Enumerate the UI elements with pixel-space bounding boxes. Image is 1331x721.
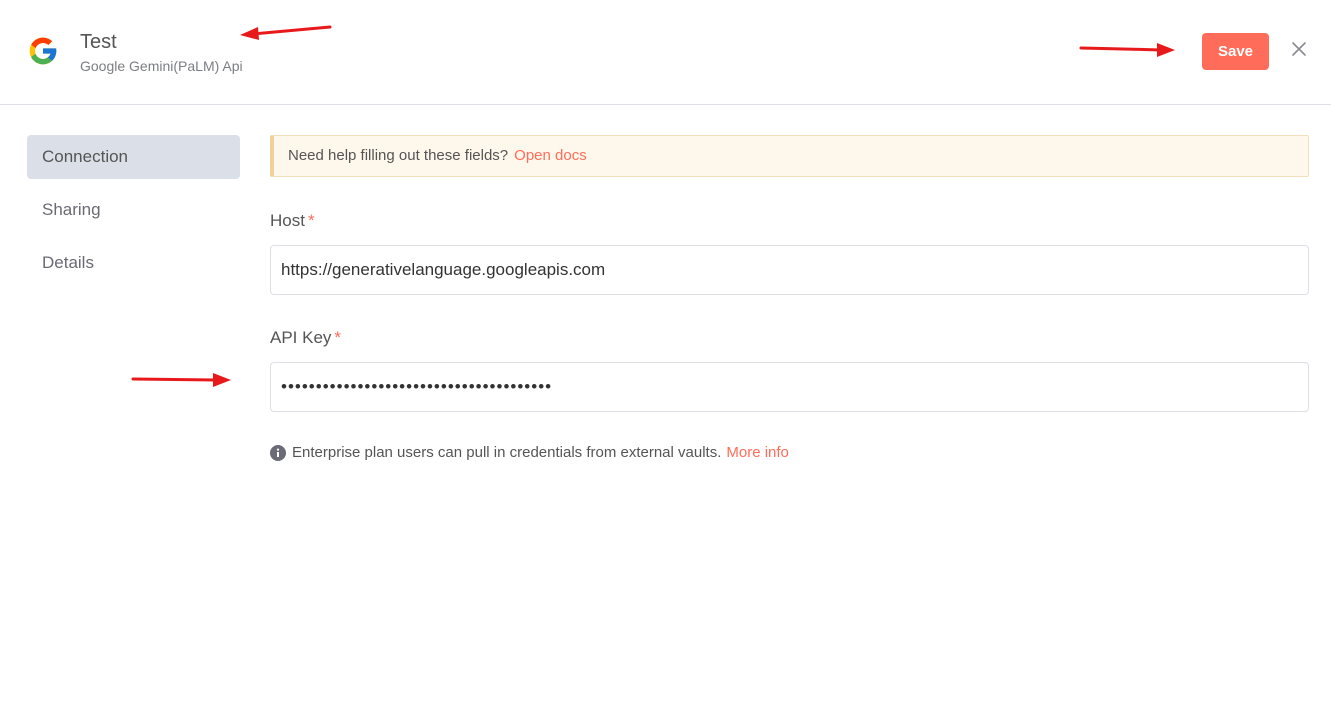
sidebar-item-sharing[interactable]: Sharing — [27, 188, 240, 232]
annotation-arrow-icon — [1079, 43, 1175, 57]
host-input[interactable] — [270, 245, 1309, 295]
required-marker: * — [334, 328, 342, 347]
credential-title[interactable]: Test — [80, 31, 117, 54]
api-key-input[interactable] — [270, 362, 1309, 412]
required-marker: * — [307, 211, 315, 230]
api-key-label-text: API Key — [270, 328, 332, 347]
host-label-text: Host — [270, 211, 305, 230]
sidebar: Connection Sharing Details — [27, 135, 240, 294]
vault-note: Enterprise plan users can pull in creden… — [270, 444, 1309, 461]
connection-form: Need help filling out these fields? Open … — [270, 135, 1309, 461]
credential-type: Google Gemini(PaLM) Api — [80, 58, 243, 74]
more-info-link[interactable]: More info — [726, 444, 789, 461]
help-banner-text: Need help filling out these fields? — [288, 147, 509, 164]
save-button[interactable]: Save — [1202, 33, 1269, 70]
annotation-arrow-icon — [131, 373, 231, 387]
open-docs-link[interactable]: Open docs — [514, 147, 587, 164]
sidebar-item-details[interactable]: Details — [27, 241, 240, 285]
sidebar-item-connection[interactable]: Connection — [27, 135, 240, 179]
host-label: Host * — [270, 211, 1309, 231]
help-banner: Need help filling out these fields? Open … — [270, 135, 1309, 177]
info-icon — [270, 444, 286, 461]
close-icon[interactable] — [1288, 38, 1310, 60]
google-logo-icon — [29, 37, 57, 65]
api-key-label: API Key * — [270, 328, 1309, 348]
annotation-arrow-icon — [240, 25, 332, 40]
vault-note-text: Enterprise plan users can pull in creden… — [292, 444, 722, 461]
